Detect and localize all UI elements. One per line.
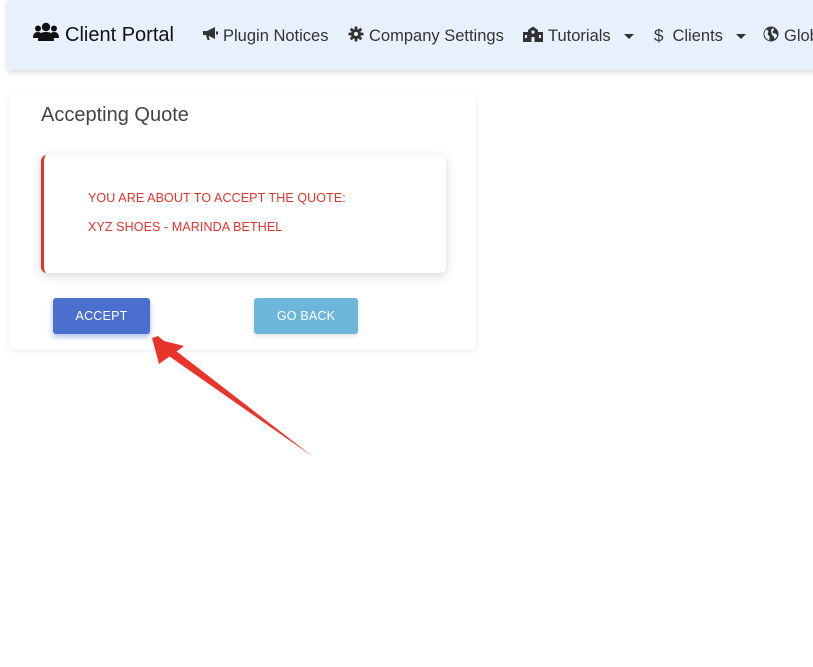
school-icon	[523, 26, 543, 47]
brand-label: Client Portal	[65, 23, 174, 46]
nav-plugin-notices[interactable]: Plugin Notices	[202, 26, 328, 46]
nav-label: Clients	[672, 26, 723, 45]
nav-label: Tutorials	[548, 27, 611, 45]
nav-tutorials-dropdown[interactable]: Tutorials	[523, 26, 634, 47]
nav-clients-dropdown[interactable]: $ Clients	[654, 26, 746, 46]
quote-name: XYZ SHOES - MARINDA BETHEL	[88, 220, 283, 234]
gear-icon	[348, 26, 364, 47]
nav-global[interactable]: Glob	[763, 26, 813, 47]
accept-quote-card: Accepting Quote YOU ARE ABOUT TO ACCEPT …	[9, 92, 476, 350]
alert-message: YOU ARE ABOUT TO ACCEPT THE QUOTE:	[88, 191, 346, 205]
dollar-icon: $	[654, 26, 664, 45]
card-title: Accepting Quote	[41, 104, 189, 126]
globe-icon	[763, 26, 779, 47]
nav-label: Plugin Notices	[223, 26, 329, 45]
brand-link[interactable]: Client Portal	[33, 22, 174, 48]
users-icon	[33, 22, 59, 48]
bullhorn-icon	[202, 26, 218, 46]
nav-label: Company Settings	[369, 27, 504, 45]
quote-confirm-alert: YOU ARE ABOUT TO ACCEPT THE QUOTE: XYZ S…	[41, 155, 446, 273]
caret-down-icon	[735, 33, 746, 39]
accept-button[interactable]: ACCEPT	[53, 298, 150, 334]
nav-company-settings[interactable]: Company Settings	[348, 26, 504, 47]
nav-label: Glob	[784, 27, 813, 45]
top-navbar: Client Portal Plugin Notices Company Set…	[8, 0, 813, 70]
go-back-button[interactable]: GO BACK	[254, 298, 358, 334]
caret-down-icon	[623, 34, 634, 39]
